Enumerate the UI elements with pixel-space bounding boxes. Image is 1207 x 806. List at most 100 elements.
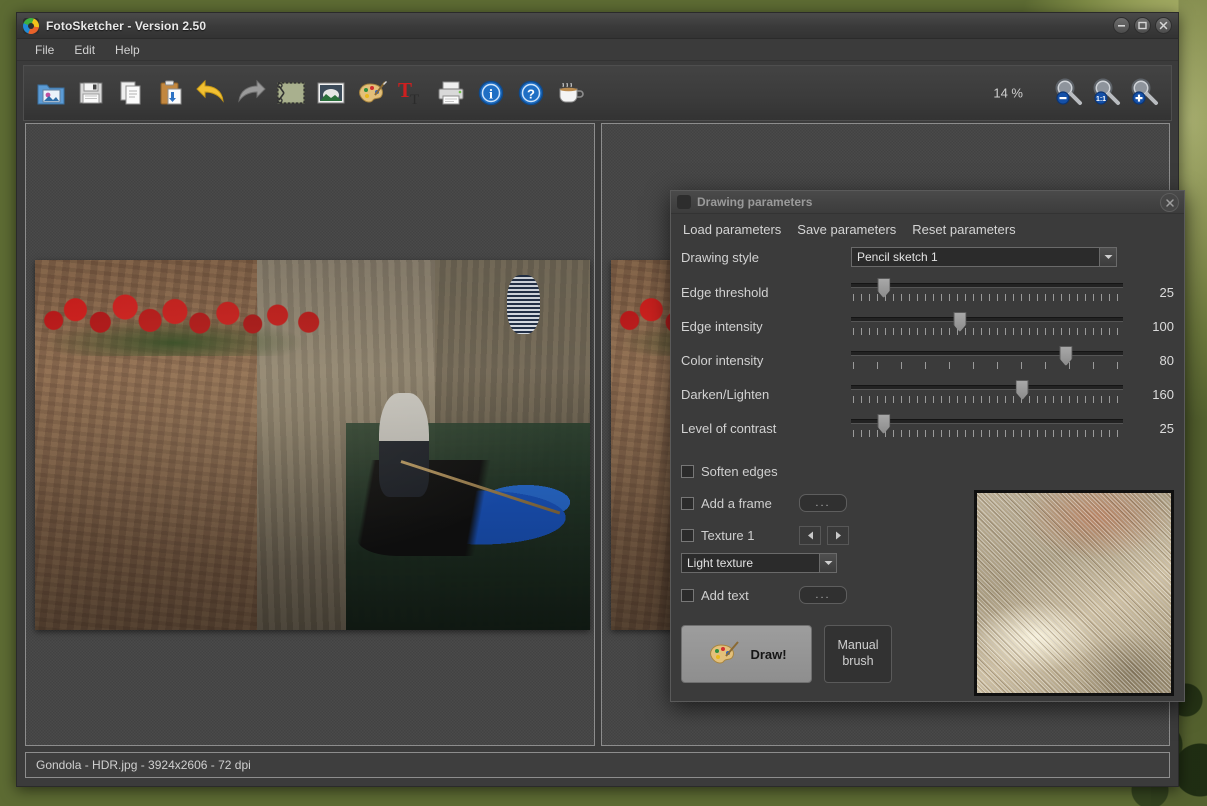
- drawing-parameters-button[interactable]: [352, 73, 390, 113]
- dialog-close-button[interactable]: [1160, 193, 1179, 212]
- add-frame-options-button[interactable]: ...: [799, 494, 847, 512]
- slider-label: Color intensity: [681, 352, 764, 368]
- manual-brush-label-line2: brush: [842, 654, 874, 668]
- add-text-button[interactable]: T T: [392, 73, 430, 113]
- draw-button[interactable]: Draw!: [681, 625, 812, 683]
- picture-effects-button[interactable]: [312, 73, 350, 113]
- slider-label: Darken/Lighten: [681, 386, 770, 402]
- drawing-style-row: Drawing style Pencil sketch 1: [681, 247, 1174, 267]
- zoom-controls: 1:1: [1049, 73, 1163, 113]
- close-button[interactable]: [1155, 17, 1172, 34]
- dialog-menu: Load parameters Save parameters Reset pa…: [683, 222, 1174, 237]
- draw-button-label: Draw!: [750, 646, 787, 662]
- paint-palette-icon: [710, 641, 740, 664]
- drawing-style-value: Pencil sketch 1: [851, 247, 1099, 267]
- dialog-title: Drawing parameters: [697, 195, 813, 209]
- reset-parameters-menu[interactable]: Reset parameters: [912, 222, 1015, 237]
- zoom-out-button[interactable]: [1049, 73, 1087, 113]
- statusbar: Gondola - HDR.jpg - 3924x2606 - 72 dpi: [25, 752, 1170, 778]
- chevron-down-icon[interactable]: [819, 553, 837, 573]
- slider-track-area[interactable]: [851, 312, 1123, 340]
- slider-ticks: [853, 396, 1121, 403]
- slider-color-intensity: Color intensity 80: [681, 343, 1174, 377]
- source-image-pane[interactable]: [25, 123, 595, 746]
- undo-button[interactable]: [192, 73, 230, 113]
- add-frame-checkbox[interactable]: [681, 496, 694, 510]
- texture-next-button[interactable]: [827, 525, 849, 545]
- zoom-fit-button[interactable]: 1:1: [1087, 73, 1125, 113]
- menubar: File Edit Help: [17, 39, 1178, 61]
- slider-track: [851, 351, 1123, 356]
- info-button[interactable]: i: [472, 73, 510, 113]
- add-text-checkbox[interactable]: [681, 588, 694, 602]
- slider-ticks: [853, 362, 1121, 369]
- slider-label: Level of contrast: [681, 420, 777, 436]
- source-image: [35, 260, 590, 630]
- load-parameters-menu[interactable]: Load parameters: [683, 222, 781, 237]
- drawing-style-label: Drawing style: [681, 249, 760, 265]
- add-frame-label: Add a frame: [701, 495, 772, 511]
- soften-edges-label: Soften edges: [701, 463, 778, 479]
- window-title: FotoSketcher - Version 2.50: [46, 18, 207, 33]
- chevron-down-icon[interactable]: [1099, 247, 1117, 267]
- slider-track-area[interactable]: [851, 414, 1123, 442]
- drawing-parameters-dialog: Drawing parameters Load parameters Save …: [670, 190, 1185, 702]
- slider-track-area[interactable]: [851, 278, 1123, 306]
- help-button[interactable]: ?: [512, 73, 550, 113]
- svg-text:?: ?: [527, 87, 535, 102]
- texture-checkbox[interactable]: [681, 528, 694, 542]
- slider-track: [851, 385, 1123, 390]
- slider-label: Edge threshold: [681, 284, 769, 300]
- texture-type-select[interactable]: Light texture: [681, 553, 837, 573]
- slider-ticks: [853, 328, 1121, 335]
- paste-button[interactable]: [152, 73, 190, 113]
- soften-edges-checkbox[interactable]: [681, 464, 694, 478]
- texture-type-value: Light texture: [681, 553, 819, 573]
- slider-ticks: [853, 294, 1121, 301]
- slider-ticks: [853, 430, 1121, 437]
- dialog-body: Load parameters Save parameters Reset pa…: [671, 214, 1184, 701]
- slider-edge-threshold: Edge threshold 25: [681, 275, 1174, 309]
- svg-text:1:1: 1:1: [1096, 96, 1106, 103]
- slider-track-area[interactable]: [851, 380, 1123, 408]
- slider-track: [851, 419, 1123, 424]
- crop-button[interactable]: [272, 73, 310, 113]
- slider-value: 160: [1152, 386, 1174, 402]
- slider-value: 80: [1159, 352, 1174, 368]
- menu-edit[interactable]: Edit: [66, 41, 103, 59]
- maximize-button[interactable]: [1134, 17, 1151, 34]
- drawing-style-select[interactable]: Pencil sketch 1: [851, 247, 1117, 267]
- copy-button[interactable]: [112, 73, 150, 113]
- minimize-button[interactable]: [1113, 17, 1130, 34]
- open-image-button[interactable]: [32, 73, 70, 113]
- print-button[interactable]: [432, 73, 470, 113]
- slider-track-area[interactable]: [851, 346, 1123, 374]
- effect-preview-thumbnail: [974, 490, 1174, 696]
- slider-value: 100: [1152, 318, 1174, 334]
- slider-track: [851, 283, 1123, 288]
- add-text-options-button[interactable]: ...: [799, 586, 847, 604]
- menu-help[interactable]: Help: [107, 41, 148, 59]
- soften-edges-row: Soften edges: [681, 455, 1174, 487]
- statusbar-text: Gondola - HDR.jpg - 3924x2606 - 72 dpi: [36, 758, 251, 772]
- slider-darken-lighten: Darken/Lighten 160: [681, 377, 1174, 411]
- donate-coffee-button[interactable]: [552, 73, 590, 113]
- slider-value: 25: [1159, 420, 1174, 436]
- save-image-button[interactable]: [72, 73, 110, 113]
- slider-edge-intensity: Edge intensity 100: [681, 309, 1174, 343]
- slider-value: 25: [1159, 284, 1174, 300]
- slider-track: [851, 317, 1123, 322]
- redo-button[interactable]: [232, 73, 270, 113]
- add-text-label: Add text: [701, 587, 749, 603]
- fotosketcher-logo-icon: [677, 195, 691, 209]
- zoom-in-button[interactable]: [1125, 73, 1163, 113]
- save-parameters-menu[interactable]: Save parameters: [797, 222, 896, 237]
- manual-brush-button[interactable]: Manual brush: [824, 625, 892, 683]
- texture-previous-button[interactable]: [799, 525, 821, 545]
- svg-text:T: T: [410, 92, 419, 107]
- svg-text:i: i: [489, 88, 493, 103]
- menu-file[interactable]: File: [27, 41, 62, 59]
- main-toolbar: T T i ? 14 % 1:1: [23, 65, 1172, 121]
- texture-label: Texture 1: [701, 527, 755, 543]
- zoom-level-label: 14 %: [993, 85, 1023, 101]
